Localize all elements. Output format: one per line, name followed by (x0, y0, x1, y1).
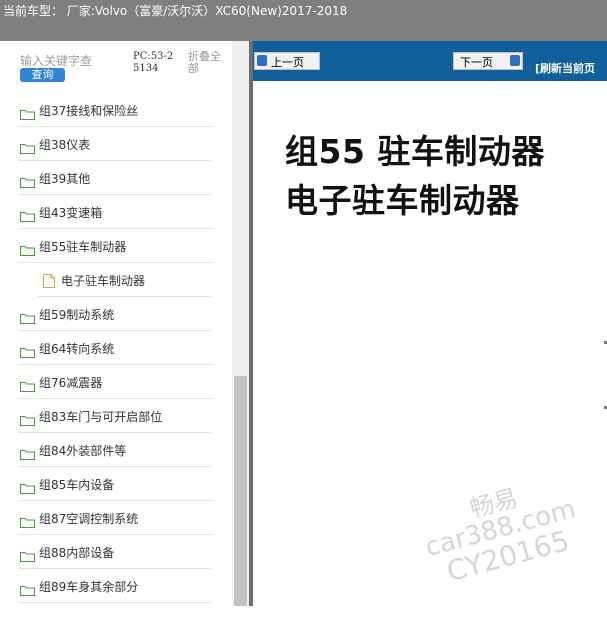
folder-icon (20, 513, 35, 528)
folder-icon (20, 377, 35, 392)
folder-icon (20, 139, 35, 154)
tree-item-label: 组43变速箱 (39, 206, 103, 220)
tree-folder-item[interactable]: 组84外装部件等 (0, 433, 232, 467)
search-button[interactable]: 查询 (20, 68, 65, 82)
tree-folder-item[interactable]: 组39其他 (0, 161, 232, 195)
folder-icon (20, 343, 35, 358)
tree-folder-item[interactable]: 组37接线和保险丝 (0, 93, 232, 127)
tree-item-label: 组37接线和保险丝 (39, 104, 139, 118)
folder-open-icon (20, 241, 35, 256)
document-content: 组55 驻车制动器 电子驻车制动器 (253, 81, 607, 606)
collapse-all-link[interactable]: 折叠全部 (188, 51, 228, 75)
folder-icon (20, 547, 35, 562)
tree-item-label: 组55驻车制动器 (39, 240, 127, 254)
folder-icon (20, 445, 35, 460)
tree-item-label: 组39其他 (39, 172, 91, 186)
tree-item-label: 组83车门与可开启部位 (39, 410, 163, 424)
prev-page-button[interactable]: 上一页 (254, 52, 320, 70)
page-nav-bar: 上一页 下一页 [刷新当前页 (253, 41, 607, 81)
folder-icon (20, 207, 35, 222)
tree-item-label: 组38仪表 (39, 138, 91, 152)
scrollbar-thumb[interactable] (234, 376, 247, 606)
tree-folder-item[interactable]: 组88内部设备 (0, 535, 232, 569)
tree-item-label: 组85车内设备 (39, 478, 115, 492)
tree-folder-item[interactable]: 组85车内设备 (0, 467, 232, 501)
tree-leaf-item[interactable]: 电子驻车制动器 (0, 263, 232, 297)
folder-icon (20, 581, 35, 596)
tree-row-separator (18, 602, 212, 603)
next-page-label: 下一页 (460, 56, 493, 69)
tree-item-label: 组64转向系统 (39, 342, 115, 356)
current-model-title: 当前车型： 厂家:Volvo（富豪/沃尔沃）XC60(New)2017-2018 (3, 4, 348, 18)
tree-item-label: 组87空调控制系统 (39, 512, 139, 526)
prev-page-label: 上一页 (271, 56, 304, 69)
tree-item-label: 组84外装部件等 (39, 444, 127, 458)
tree-folder-item[interactable]: 组64转向系统 (0, 331, 232, 365)
document-icon (43, 273, 55, 288)
category-tree: 组37接线和保险丝 组38仪表组39其他组43变速箱组55驻车制动器电子驻车制动器… (0, 93, 232, 603)
tree-item-label: 组59制动系统 (39, 308, 115, 322)
pc-info: PC:53-25134 (133, 51, 174, 74)
refresh-page-link[interactable]: [刷新当前页 (535, 60, 595, 76)
folder-icon (20, 309, 35, 324)
tree-folder-item[interactable]: 组55驻车制动器 (0, 229, 232, 263)
folder-icon (20, 411, 35, 426)
document-heading-title: 电子驻车制动器 (285, 181, 520, 220)
document-heading-group: 组55 驻车制动器 (285, 132, 545, 171)
left-panel: 查询 PC:53-25134 折叠全部 组37接线和保险丝组38仪表组39其他组… (0, 41, 249, 606)
folder-icon (20, 479, 35, 494)
tree-folder-item[interactable]: 组76减震器 (0, 365, 232, 399)
left-scrollbar[interactable] (232, 41, 249, 606)
tree-folder-item[interactable]: 组87空调控制系统 (0, 501, 232, 535)
arrow-left-icon (257, 55, 267, 66)
tree-folder-item[interactable]: 组83车门与可开启部位 (0, 399, 232, 433)
search-input[interactable] (20, 53, 128, 69)
tree-folder-item[interactable]: 组59制动系统 (0, 297, 232, 331)
folder-icon (20, 105, 35, 120)
tree-item-label: 组76减震器 (39, 376, 103, 390)
tree-item-label: 电子驻车制动器 (61, 274, 146, 288)
tree-folder-item[interactable]: 组38仪表 (0, 127, 232, 161)
tree-folder-item[interactable]: 组43变速箱 (0, 195, 232, 229)
next-page-button[interactable]: 下一页 (453, 52, 523, 70)
title-bar: 当前车型： 厂家:Volvo（富豪/沃尔沃）XC60(New)2017-2018 (0, 0, 607, 41)
tree-folder-item[interactable]: 组89车身其余部分 (0, 569, 232, 603)
content-panel: 上一页 下一页 [刷新当前页 组55 驻车制动器 电子驻车制动器 (253, 41, 607, 606)
arrow-right-icon (510, 55, 520, 66)
folder-icon (20, 173, 35, 188)
tree-item-label: 组89车身其余部分 (39, 580, 139, 594)
tree-item-label: 组88内部设备 (39, 546, 115, 560)
